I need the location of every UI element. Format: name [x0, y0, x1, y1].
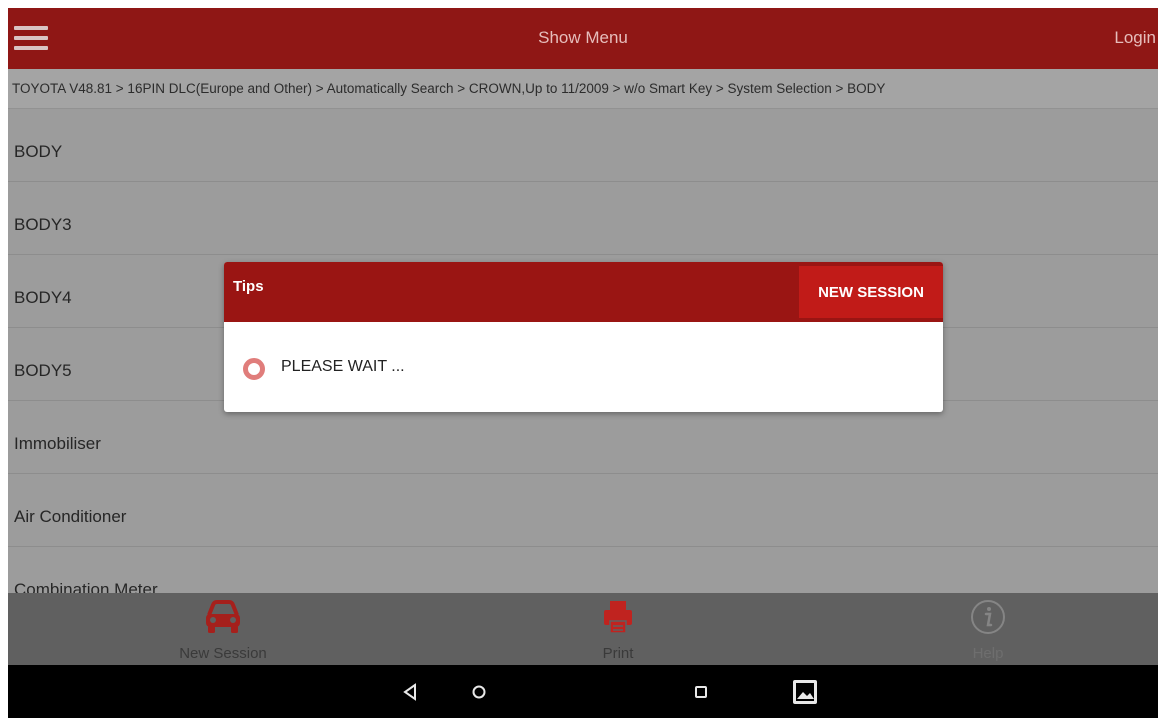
dialog-title: Tips	[233, 278, 264, 295]
print-label: Print	[602, 645, 634, 662]
help-label: Help	[972, 645, 1004, 662]
list-item[interactable]: BODY3	[8, 182, 1158, 255]
login-button[interactable]: Login	[1114, 28, 1156, 48]
list-item[interactable]: BODY	[8, 109, 1158, 182]
new-session-label: New Session	[179, 645, 267, 662]
tips-dialog: Tips NEW SESSION PLEASE WAIT ...	[224, 262, 943, 412]
dialog-message: PLEASE WAIT ...	[281, 358, 405, 375]
new-session-dialog-button[interactable]: NEW SESSION	[799, 266, 943, 318]
loading-spinner-icon	[243, 358, 265, 380]
breadcrumb: TOYOTA V48.81 > 16PIN DLC(Europe and Oth…	[8, 69, 1158, 109]
appbar-title[interactable]: Show Menu	[8, 28, 1158, 48]
app-bar: Show Menu Login	[8, 8, 1158, 69]
list-item[interactable]: Air Conditioner	[8, 474, 1158, 547]
home-icon[interactable]	[462, 675, 496, 709]
car-icon	[206, 600, 240, 633]
list-item[interactable]: Combination Meter	[8, 547, 1158, 593]
status-strip	[0, 0, 1158, 8]
recents-icon[interactable]	[684, 675, 718, 709]
gallery-icon[interactable]	[788, 675, 822, 709]
bottom-toolbar: New Session Print Help	[8, 593, 1158, 665]
dialog-header: Tips NEW SESSION	[224, 262, 943, 322]
print-button[interactable]: Print	[563, 593, 673, 665]
help-button[interactable]: Help	[933, 593, 1043, 665]
printer-icon	[604, 601, 632, 634]
new-session-button[interactable]: New Session	[148, 593, 298, 665]
info-icon	[971, 600, 1005, 634]
back-icon[interactable]	[393, 675, 427, 709]
android-nav-bar	[8, 665, 1158, 718]
